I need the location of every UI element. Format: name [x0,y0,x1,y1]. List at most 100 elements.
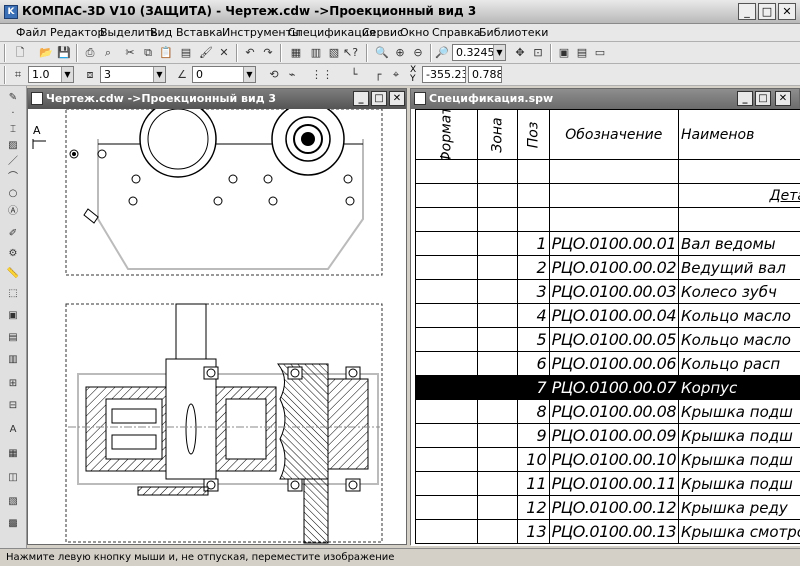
copy-icon[interactable]: ⧉ [140,45,156,61]
params-icon[interactable]: ⚙ [5,246,21,262]
ortho-icon[interactable]: ┌ [370,67,386,83]
measure-icon[interactable]: 📏 [5,266,21,282]
designation-icon[interactable]: Ⓐ [5,204,21,220]
new-file-icon[interactable]: 🗋 [12,45,28,61]
hatch-icon[interactable]: ▨ [5,138,21,154]
insert-icon[interactable]: ⊞ [5,376,21,392]
geometry-icon[interactable]: ✎ [5,90,21,106]
spec-row[interactable]: 11 РЦО.0100.00.11 Крышка подш [415,471,800,496]
undo-icon[interactable]: ↶ [242,45,258,61]
text-icon[interactable]: A [5,422,21,438]
spec-canvas[interactable]: Формат Зона Поз Обозначение Наименов Дет… [411,109,800,546]
format-brush-icon[interactable]: 🖌 [198,45,214,61]
variables-icon[interactable]: ▧ [5,494,21,510]
associative-view-icon[interactable]: ▣ [5,308,21,324]
empty-row[interactable] [415,207,800,232]
chevron-down-icon[interactable]: ▼ [61,67,73,82]
zoom-value-field[interactable]: 0.3245 ▼ [452,44,506,61]
view-icon[interactable]: ▭ [592,45,608,61]
help-cursor-icon[interactable]: ↖? [342,45,358,61]
spec-row[interactable]: 13 РЦО.0100.00.13 Крышка смотро [415,519,800,544]
spec-row[interactable]: 6 РЦО.0100.00.06 Кольцо расп [415,351,800,376]
library-manager-icon[interactable]: ▥ [308,45,324,61]
properties-icon[interactable]: ▦ [288,45,304,61]
circle-icon[interactable]: ○ [5,186,21,202]
zoom-in-icon[interactable]: ⊕ [392,45,408,61]
chevron-down-icon[interactable]: ▼ [493,45,505,60]
menu-window[interactable]: Окно [400,26,429,39]
menu-file[interactable]: Файл [16,26,46,39]
drawing-canvas[interactable]: A [28,109,406,544]
section-row[interactable]: Дета [415,183,800,208]
open-icon[interactable]: 📂 [38,45,54,61]
toolbar-grip[interactable] [4,66,6,84]
line-icon[interactable]: ／ [5,154,21,170]
toolbar-grip[interactable] [4,44,6,62]
save-icon[interactable]: 💾 [56,45,72,61]
macro-icon[interactable]: ◫ [5,470,21,486]
arc-icon[interactable]: ⌒ [5,170,21,186]
report-icon[interactable]: ▥ [5,352,21,368]
spec-row[interactable]: 9 РЦО.0100.00.09 Крышка подш [415,423,800,448]
spec-row[interactable]: 8 РЦО.0100.00.08 Крышка подш [415,399,800,424]
menu-edit[interactable]: Редактор [50,26,105,39]
drawing-window-titlebar[interactable]: Чертеж.cdw ->Проекционный вид 3 _ □ ✕ [28,89,406,109]
drawing-minimize-button[interactable]: _ [353,91,369,106]
drawing-close-button[interactable]: ✕ [389,91,405,106]
local-cs-icon[interactable]: └ [346,67,362,83]
coord-y-field[interactable]: 0.7889 [468,66,502,83]
spec-icon[interactable]: ▤ [5,330,21,346]
spec-row[interactable]: 12 РЦО.0100.00.12 Крышка реду [415,495,800,520]
select-icon[interactable]: ⬚ [5,286,21,302]
menu-libraries[interactable]: Библиотеки [479,26,548,39]
spec-close-button[interactable]: ✕ [775,91,791,106]
angle-field[interactable]: 0 ▼ [192,66,256,83]
maximize-button[interactable]: □ [758,3,776,20]
layer-field[interactable]: 3 ▼ [100,66,166,83]
menu-service[interactable]: Сервис [362,26,403,39]
dimensions-icon[interactable]: ⌶ [5,122,21,138]
minimize-button[interactable]: _ [738,3,756,20]
point-icon[interactable]: · [5,106,21,122]
chevron-down-icon[interactable]: ▼ [153,67,165,82]
chevron-down-icon[interactable]: ▼ [243,67,255,82]
fragment-icon[interactable]: ⊟ [5,398,21,414]
paste-special-icon[interactable]: ▤ [178,45,194,61]
library-icon[interactable]: ▣ [556,45,572,61]
spec-row[interactable]: 3 РЦО.0100.00.03 Колесо зубч [415,279,800,304]
local-snap-icon[interactable]: ⌁ [284,67,300,83]
step-field[interactable]: 1.0 ▼ [28,66,74,83]
zoom-out-icon[interactable]: ⊖ [410,45,426,61]
table-icon[interactable]: ▦ [5,446,21,462]
spec-row[interactable]: 5 РЦО.0100.00.05 Кольцо масло [415,327,800,352]
spec-maximize-button[interactable]: □ [755,91,771,106]
spec-row[interactable]: 2 РЦО.0100.00.02 Ведущий вал [415,255,800,280]
show-all-icon[interactable]: ⊡ [530,45,546,61]
round-icon[interactable]: ⌖ [388,67,404,83]
grid-icon[interactable]: ⋮⋮ [310,67,333,83]
snap-icon[interactable]: ⟲ [266,67,282,83]
step-icon[interactable]: ⌗ [10,67,26,83]
edit-icon[interactable]: ✐ [5,226,21,242]
angle-icon[interactable]: ∠ [174,67,190,83]
print-icon[interactable]: ⎙ [82,45,98,61]
empty-row[interactable] [415,159,800,184]
spec-minimize-button[interactable]: _ [737,91,753,106]
coord-x-field[interactable]: -355.238 [422,66,466,83]
spec-row[interactable]: 1 РЦО.0100.00.01 Вал ведомы [415,231,800,256]
spec-row[interactable]: 10 РЦО.0100.00.10 Крышка подш [415,447,800,472]
pan-icon[interactable]: ✥ [512,45,528,61]
menu-insert[interactable]: Вставка [176,26,223,39]
preview-icon[interactable]: ⌕ [100,45,116,61]
layer-icon[interactable]: ⧈ [82,67,98,83]
spec-window-titlebar[interactable]: Спецификация.spw _ □ ✕ [411,89,799,109]
manager-icon[interactable]: ▤ [574,45,590,61]
menu-view[interactable]: Вид [150,26,172,39]
delete-icon[interactable]: ✕ [216,45,232,61]
zoom-frame-icon[interactable]: 🔍 [374,45,390,61]
close-button[interactable]: ✕ [778,3,796,20]
menu-help[interactable]: Справка [432,26,480,39]
redo-icon[interactable]: ↷ [260,45,276,61]
spec-row[interactable]: 4 РЦО.0100.00.04 Кольцо масло [415,303,800,328]
cut-icon[interactable]: ✂ [122,45,138,61]
